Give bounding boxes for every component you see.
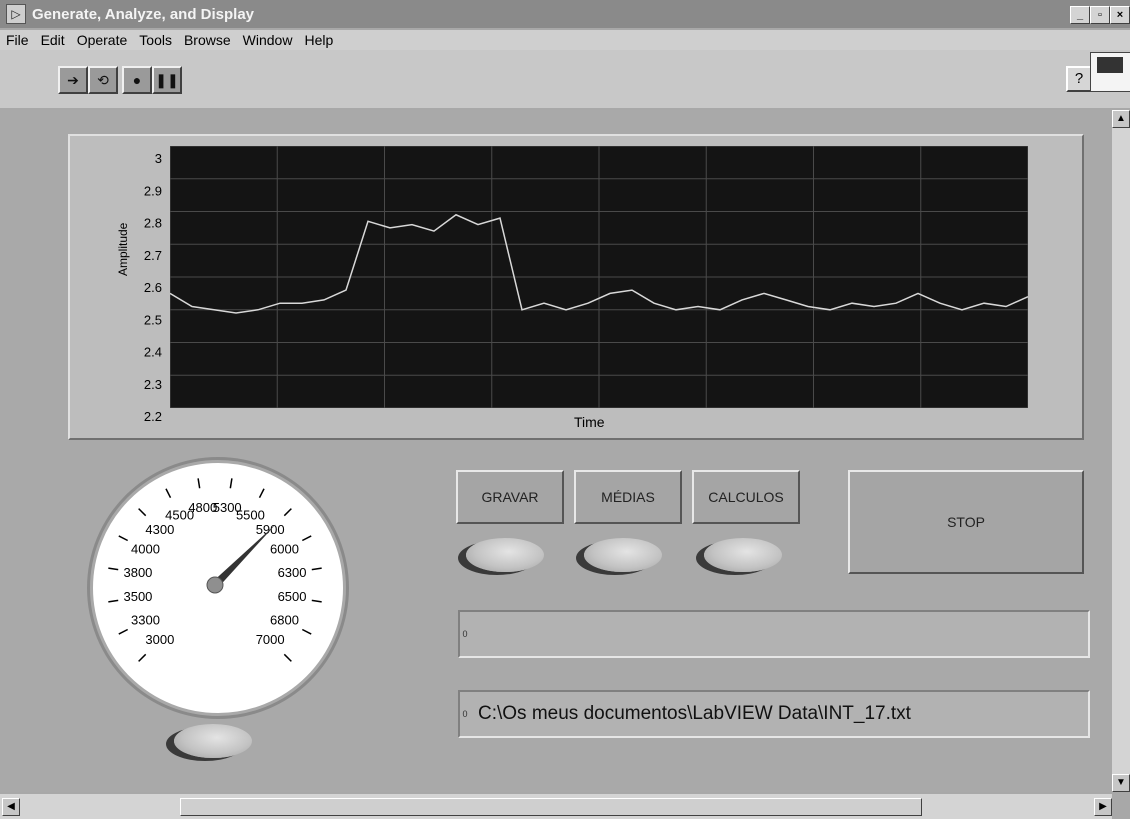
vi-icon: [1090, 52, 1130, 92]
x-axis-label: Time: [574, 414, 605, 430]
gauge-label: 3800: [123, 565, 152, 580]
menu-browse[interactable]: Browse: [184, 32, 231, 48]
window-title: Generate, Analyze, and Display: [32, 5, 255, 23]
rpm-gauge[interactable]: 3000 3300 3500 3800 4000 4300 4500 4800 5300 5500…: [90, 460, 346, 716]
gauge-label: 4300: [145, 522, 174, 537]
plot-area: [169, 145, 1029, 409]
y-tick-label: 2.7: [144, 248, 162, 263]
run-continuously-button[interactable]: ⟲: [88, 66, 118, 94]
y-axis: 3 2.9 2.8 2.7 2.6 2.5 2.4 2.3 2.2: [144, 151, 162, 424]
pause-button[interactable]: ❚❚: [152, 66, 182, 94]
gravar-button[interactable]: GRAVAR: [456, 470, 564, 524]
gauge-label: 3300: [131, 612, 160, 627]
medias-button[interactable]: MÉDIAS: [574, 470, 682, 524]
menu-bar: File Edit Operate Tools Browse Window He…: [0, 30, 1130, 50]
stop-circle-icon: ●: [132, 72, 142, 88]
pause-icon: ❚❚: [155, 71, 179, 88]
file-path-indicator[interactable]: 0 C:\Os meus documentos\LabVIEW Data\INT…: [458, 690, 1090, 738]
gauge-tick: [283, 653, 292, 662]
run-arrow-icon: ▷: [6, 4, 26, 24]
menu-window[interactable]: Window: [243, 32, 293, 48]
gauge-tick: [301, 628, 312, 635]
gauge-tick: [108, 567, 119, 571]
y-tick-label: 2.3: [144, 377, 162, 392]
abort-button[interactable]: ●: [122, 66, 152, 94]
gauge-dial: 3000330035003800400043004500480053005500…: [108, 478, 322, 662]
minimize-button[interactable]: _: [1070, 6, 1090, 24]
gauge-tick: [165, 488, 172, 499]
gauge-tick: [301, 535, 312, 542]
loop-arrows-icon: ⟲: [97, 71, 109, 88]
gauge-label: 6300: [278, 565, 307, 580]
scroll-right-arrow-icon[interactable]: ▶: [1094, 798, 1112, 816]
gauge-hub: [206, 576, 224, 594]
title-bar: ▷ Generate, Analyze, and Display _ ▫ ×: [0, 0, 1130, 28]
gauge-led[interactable]: [174, 724, 252, 758]
y-axis-label: Amplitude: [116, 222, 130, 276]
labview-window: ▷ Generate, Analyze, and Display _ ▫ × F…: [0, 0, 1130, 819]
string-indicator-1[interactable]: 0: [458, 610, 1090, 658]
array-index[interactable]: 0: [460, 614, 470, 654]
maximize-button[interactable]: ▫: [1090, 6, 1110, 24]
help-button[interactable]: ?: [1066, 66, 1092, 92]
y-tick-label: 2.9: [144, 183, 162, 198]
gauge-label: 3500: [123, 589, 152, 604]
gauge-label: 6500: [278, 589, 307, 604]
y-tick-label: 3: [155, 151, 162, 166]
menu-file[interactable]: File: [6, 32, 29, 48]
scroll-thumb[interactable]: [180, 798, 922, 816]
gauge-tick: [197, 478, 201, 489]
gauge-tick: [138, 653, 147, 662]
gauge-label: 3000: [145, 632, 174, 647]
close-button[interactable]: ×: [1110, 6, 1130, 24]
gauge-label: 5500: [236, 508, 265, 523]
scroll-down-arrow-icon[interactable]: ▼: [1112, 774, 1130, 792]
gauge-tick: [311, 599, 322, 603]
calculos-button[interactable]: CALCULOS: [692, 470, 800, 524]
y-tick-label: 2.8: [144, 216, 162, 231]
gauge-tick: [311, 567, 322, 571]
menu-tools[interactable]: Tools: [139, 32, 172, 48]
gauge-label: 6000: [270, 542, 299, 557]
run-arrow-icon: ➔: [67, 71, 79, 88]
menu-operate[interactable]: Operate: [77, 32, 128, 48]
gauge-tick: [118, 535, 129, 542]
gauge-tick: [258, 488, 265, 499]
run-button[interactable]: ➔: [58, 66, 88, 94]
toolbar: ➔ ⟲ ● ❚❚ ?: [0, 50, 1130, 108]
gauge-label: 7000: [256, 632, 285, 647]
plot-svg: [169, 145, 1029, 409]
gauge-needle[interactable]: [212, 524, 276, 588]
stop-button[interactable]: STOP: [848, 470, 1084, 574]
gauge-tick: [229, 478, 233, 489]
medias-led[interactable]: [584, 538, 662, 572]
gauge-tick: [138, 508, 147, 517]
scroll-left-arrow-icon[interactable]: ◀: [2, 798, 20, 816]
file-path-value: C:\Os meus documentos\LabVIEW Data\INT_1…: [478, 703, 911, 724]
gauge-tick: [118, 628, 129, 635]
gravar-led[interactable]: [466, 538, 544, 572]
menu-help[interactable]: Help: [304, 32, 333, 48]
vertical-scrollbar[interactable]: ▲ ▼: [1112, 110, 1130, 792]
y-tick-label: 2.6: [144, 280, 162, 295]
horizontal-scrollbar[interactable]: ◀ ▶: [0, 794, 1112, 819]
gauge-tick: [283, 508, 292, 517]
waveform-graph: 3 2.9 2.8 2.7 2.6 2.5 2.4 2.3 2.2 Amplitude Time: [68, 134, 1084, 440]
array-index[interactable]: 0: [460, 694, 470, 734]
gauge-tick: [108, 599, 119, 603]
front-panel: 3 2.9 2.8 2.7 2.6 2.5 2.4 2.3 2.2 Amplitude Time…: [0, 110, 1112, 792]
scroll-up-arrow-icon[interactable]: ▲: [1112, 110, 1130, 128]
gauge-label: 4000: [131, 542, 160, 557]
menu-edit[interactable]: Edit: [41, 32, 65, 48]
y-tick-label: 2.4: [144, 345, 162, 360]
y-tick-label: 2.5: [144, 312, 162, 327]
calculos-led[interactable]: [704, 538, 782, 572]
y-tick-label: 2.2: [144, 409, 162, 424]
gauge-label: 6800: [270, 612, 299, 627]
